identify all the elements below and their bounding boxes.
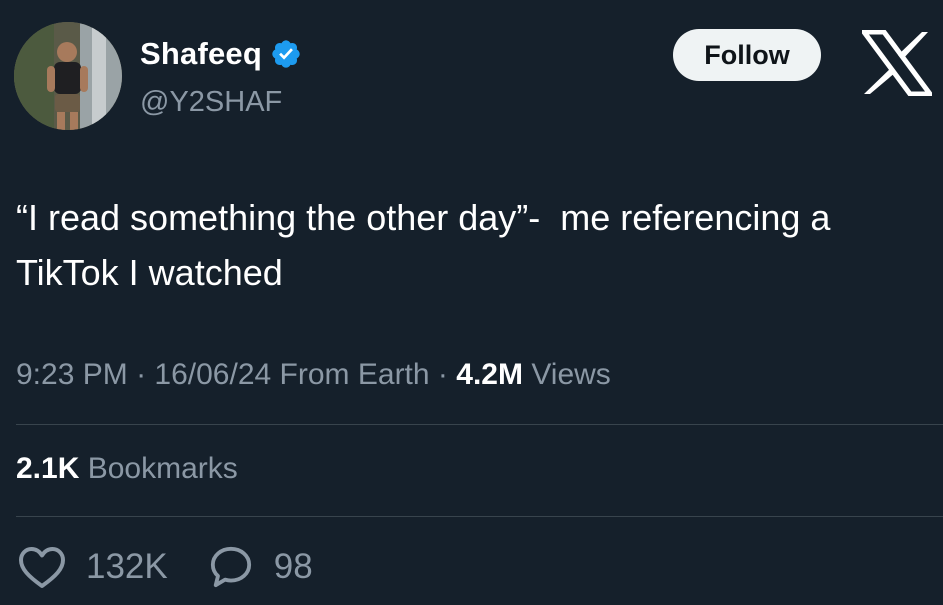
- speech-bubble-icon: [210, 546, 251, 588]
- divider: [16, 516, 943, 517]
- views-count[interactable]: 4.2M: [456, 358, 523, 391]
- tweet-date[interactable]: 16/06/24: [154, 358, 271, 391]
- avatar[interactable]: [14, 22, 122, 130]
- tweet-text: “I read something the other day”- me ref…: [16, 197, 840, 293]
- heart-icon: [19, 547, 65, 588]
- likes-count: 132K: [86, 547, 168, 586]
- avatar-photo: [14, 22, 122, 130]
- verified-badge-icon: [270, 38, 302, 70]
- reply-button[interactable]: 98: [208, 545, 313, 589]
- bookmarks-label: Bookmarks: [87, 452, 238, 485]
- tweet-metadata: 9:23 PM · 16/06/24 From Earth · 4.2M Vie…: [16, 358, 611, 392]
- tweet-time[interactable]: 9:23 PM: [16, 358, 128, 391]
- display-name[interactable]: Shafeeq: [140, 36, 262, 72]
- user-handle[interactable]: @Y2SHAF: [140, 86, 282, 119]
- tweet-source: From Earth: [279, 358, 430, 391]
- x-logo-icon[interactable]: [859, 29, 935, 97]
- meta-separator: ·: [136, 358, 147, 391]
- display-name-row[interactable]: Shafeeq: [140, 36, 302, 72]
- divider: [16, 424, 943, 425]
- bookmarks-count: 2.1K: [16, 452, 80, 485]
- views-label[interactable]: Views: [531, 358, 610, 391]
- bookmarks-stat[interactable]: 2.1K Bookmarks: [16, 452, 238, 486]
- meta-separator: ·: [437, 358, 448, 391]
- action-bar: 132K 98: [18, 545, 313, 589]
- replies-count: 98: [273, 547, 313, 586]
- follow-button[interactable]: Follow: [673, 29, 821, 81]
- like-button[interactable]: 132K: [18, 545, 168, 589]
